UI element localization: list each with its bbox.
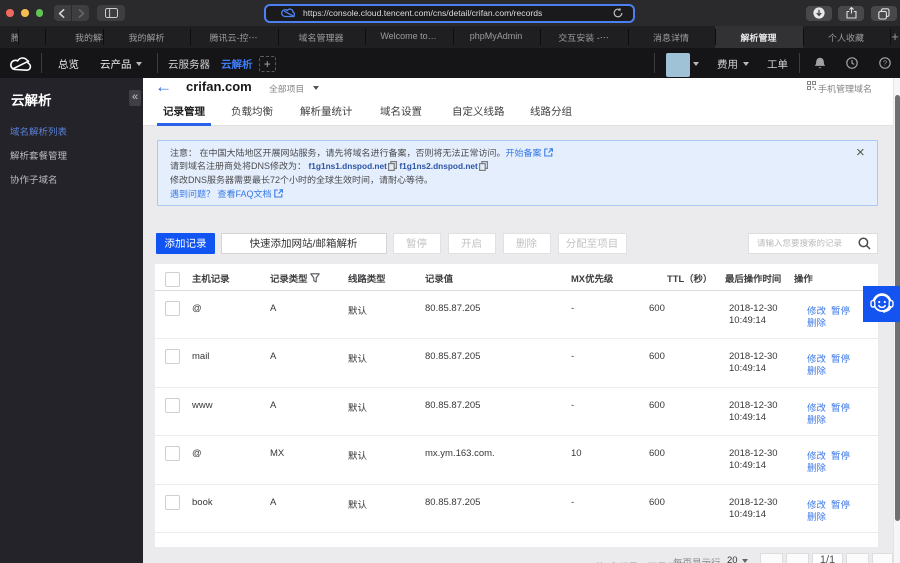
svg-text:?: ?: [883, 59, 887, 68]
